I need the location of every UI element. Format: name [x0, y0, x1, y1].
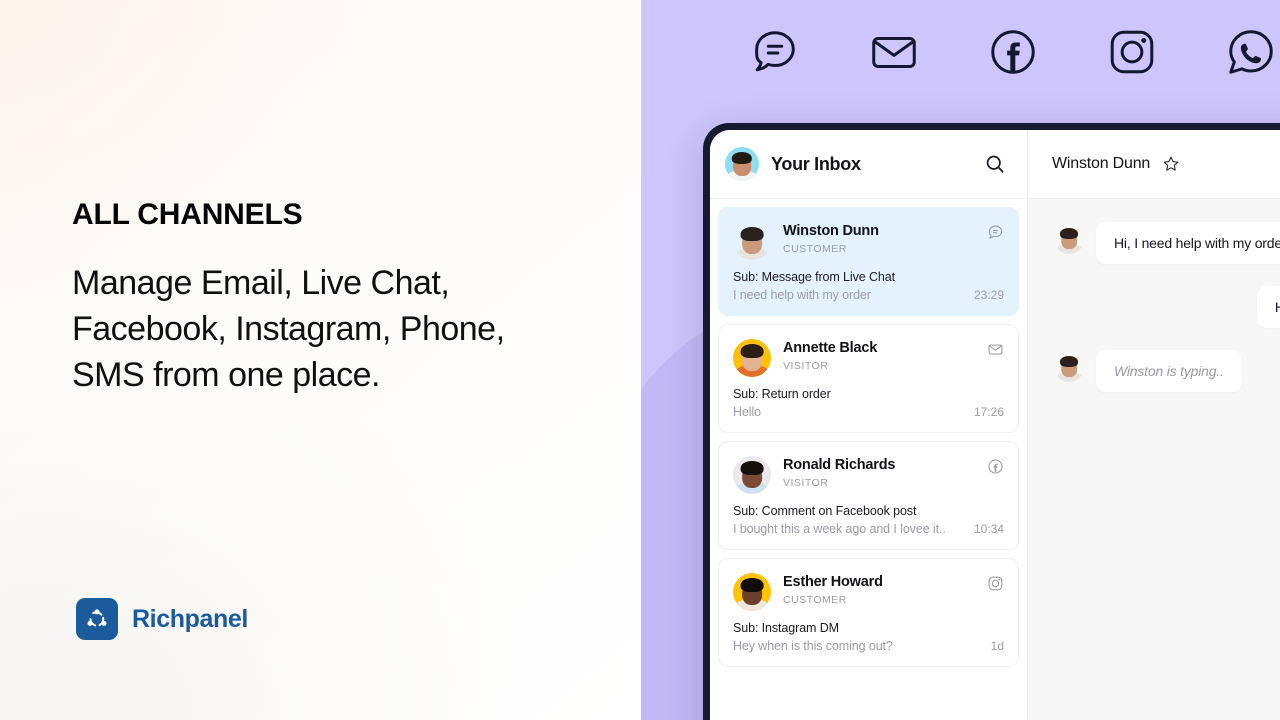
live-chat-icon[interactable]: [746, 23, 804, 81]
copy-block: ALL CHANNELS Manage Email, Live Chat, Fa…: [72, 198, 572, 399]
page-title: Your Inbox: [771, 153, 861, 174]
chat-column: Winston Dunn Hi, I need help with my ord…: [1028, 130, 1280, 720]
conversation-time: 23:29: [973, 288, 1004, 302]
right-product-panel: Your Inbox Winston Dunn CUSTOMER Sub: Me…: [641, 0, 1280, 720]
richpanel-logo-icon: [76, 598, 118, 640]
facebook-icon[interactable]: [984, 23, 1042, 81]
whatsapp-icon[interactable]: [1222, 23, 1280, 81]
conversation-subject: Sub: Comment on Facebook post: [733, 504, 917, 518]
message-row-outgoing: Hi Winston, sure!: [1054, 286, 1280, 328]
conversation-preview: I bought this a week ago and I lovee it.…: [733, 522, 946, 536]
channel-icon-row: [641, 0, 1280, 103]
conversation-time: 10:34: [973, 522, 1004, 536]
conversation-time: 1d: [990, 639, 1004, 653]
search-icon[interactable]: [982, 151, 1008, 177]
message-thread: Hi, I need help with my order Hi Winston…: [1028, 199, 1280, 720]
facebook-icon: [986, 457, 1004, 475]
email-icon: [986, 340, 1004, 358]
conversation-header: Winston Dunn CUSTOMER: [733, 222, 1004, 260]
device-frame: Your Inbox Winston Dunn CUSTOMER Sub: Me…: [703, 123, 1280, 720]
chat-contact-name: Winston Dunn: [1052, 155, 1151, 172]
typing-indicator: Winston is typing..: [1096, 350, 1242, 392]
conversation-identity: Annette Black VISITOR: [783, 339, 986, 372]
conversation-footer: I need help with my order 23:29: [733, 288, 1004, 302]
list-item[interactable]: Ronald Richards VISITOR Sub: Comment on …: [718, 441, 1019, 550]
email-icon[interactable]: [865, 23, 923, 81]
conversation-header: Annette Black VISITOR: [733, 339, 1004, 377]
conversation-preview: Hello: [733, 405, 761, 419]
message-row-incoming: Hi, I need help with my order: [1054, 222, 1280, 264]
contact-role: CUSTOMER: [783, 243, 847, 256]
contact-role: CUSTOMER: [783, 594, 847, 607]
message-bubble: Hi Winston, sure!: [1256, 286, 1280, 328]
contact-role: VISITOR: [783, 360, 829, 373]
conversation-preview: I need help with my order: [733, 288, 871, 302]
promo-slide: ALL CHANNELS Manage Email, Live Chat, Fa…: [0, 0, 1280, 720]
contact-name: Esther Howard: [783, 574, 883, 590]
contact-name: Annette Black: [783, 340, 878, 356]
headline-text: Manage Email, Live Chat, Facebook, Insta…: [72, 264, 505, 394]
left-copy-panel: ALL CHANNELS Manage Email, Live Chat, Fa…: [0, 0, 641, 720]
avatar: [733, 339, 771, 377]
instagram-icon[interactable]: [1103, 23, 1161, 81]
conversation-footer: Hey when is this coming out? 1d: [733, 639, 1004, 653]
inbox-header: Your Inbox: [710, 130, 1027, 199]
live-chat-icon: [986, 223, 1004, 241]
list-item[interactable]: Winston Dunn CUSTOMER Sub: Message from …: [718, 207, 1019, 316]
conversation-identity: Winston Dunn CUSTOMER: [783, 222, 986, 255]
message-bubble: Hi, I need help with my order: [1096, 222, 1280, 264]
brand-name: Richpanel: [132, 604, 248, 633]
eyebrow-heading: ALL CHANNELS: [72, 198, 303, 231]
avatar: [1054, 224, 1084, 254]
conversation-list[interactable]: Winston Dunn CUSTOMER Sub: Message from …: [710, 199, 1027, 720]
avatar: [725, 147, 759, 181]
conversation-subject: Sub: Instagram DM: [733, 621, 839, 635]
avatar: [733, 222, 771, 260]
conversation-identity: Esther Howard CUSTOMER: [783, 573, 986, 606]
conversation-footer: Hello 17:26: [733, 405, 1004, 419]
star-icon[interactable]: [1161, 154, 1181, 174]
contact-name: Winston Dunn: [783, 223, 879, 239]
instagram-icon: [986, 574, 1004, 592]
app-screen: Your Inbox Winston Dunn CUSTOMER Sub: Me…: [710, 130, 1280, 720]
list-item[interactable]: Annette Black VISITOR Sub: Return order …: [718, 324, 1019, 433]
conversation-subject: Sub: Message from Live Chat: [733, 270, 895, 284]
avatar: [1054, 352, 1084, 382]
contact-role: VISITOR: [783, 477, 829, 490]
contact-name: Ronald Richards: [783, 457, 896, 473]
conversation-header: Ronald Richards VISITOR: [733, 456, 1004, 494]
avatar: [733, 573, 771, 611]
chat-header: Winston Dunn: [1028, 130, 1280, 199]
conversation-footer: I bought this a week ago and I lovee it.…: [733, 522, 1004, 536]
conversation-preview: Hey when is this coming out?: [733, 639, 893, 653]
conversation-subject: Sub: Return order: [733, 387, 831, 401]
brand-lockup: Richpanel: [76, 598, 248, 640]
message-row-typing: Winston is typing..: [1054, 350, 1280, 392]
conversation-identity: Ronald Richards VISITOR: [783, 456, 986, 489]
conversation-time: 17:26: [973, 405, 1004, 419]
inbox-column: Your Inbox Winston Dunn CUSTOMER Sub: Me…: [710, 130, 1028, 720]
avatar: [733, 456, 771, 494]
list-item[interactable]: Esther Howard CUSTOMER Sub: Instagram DM…: [718, 558, 1019, 667]
conversation-header: Esther Howard CUSTOMER: [733, 573, 1004, 611]
